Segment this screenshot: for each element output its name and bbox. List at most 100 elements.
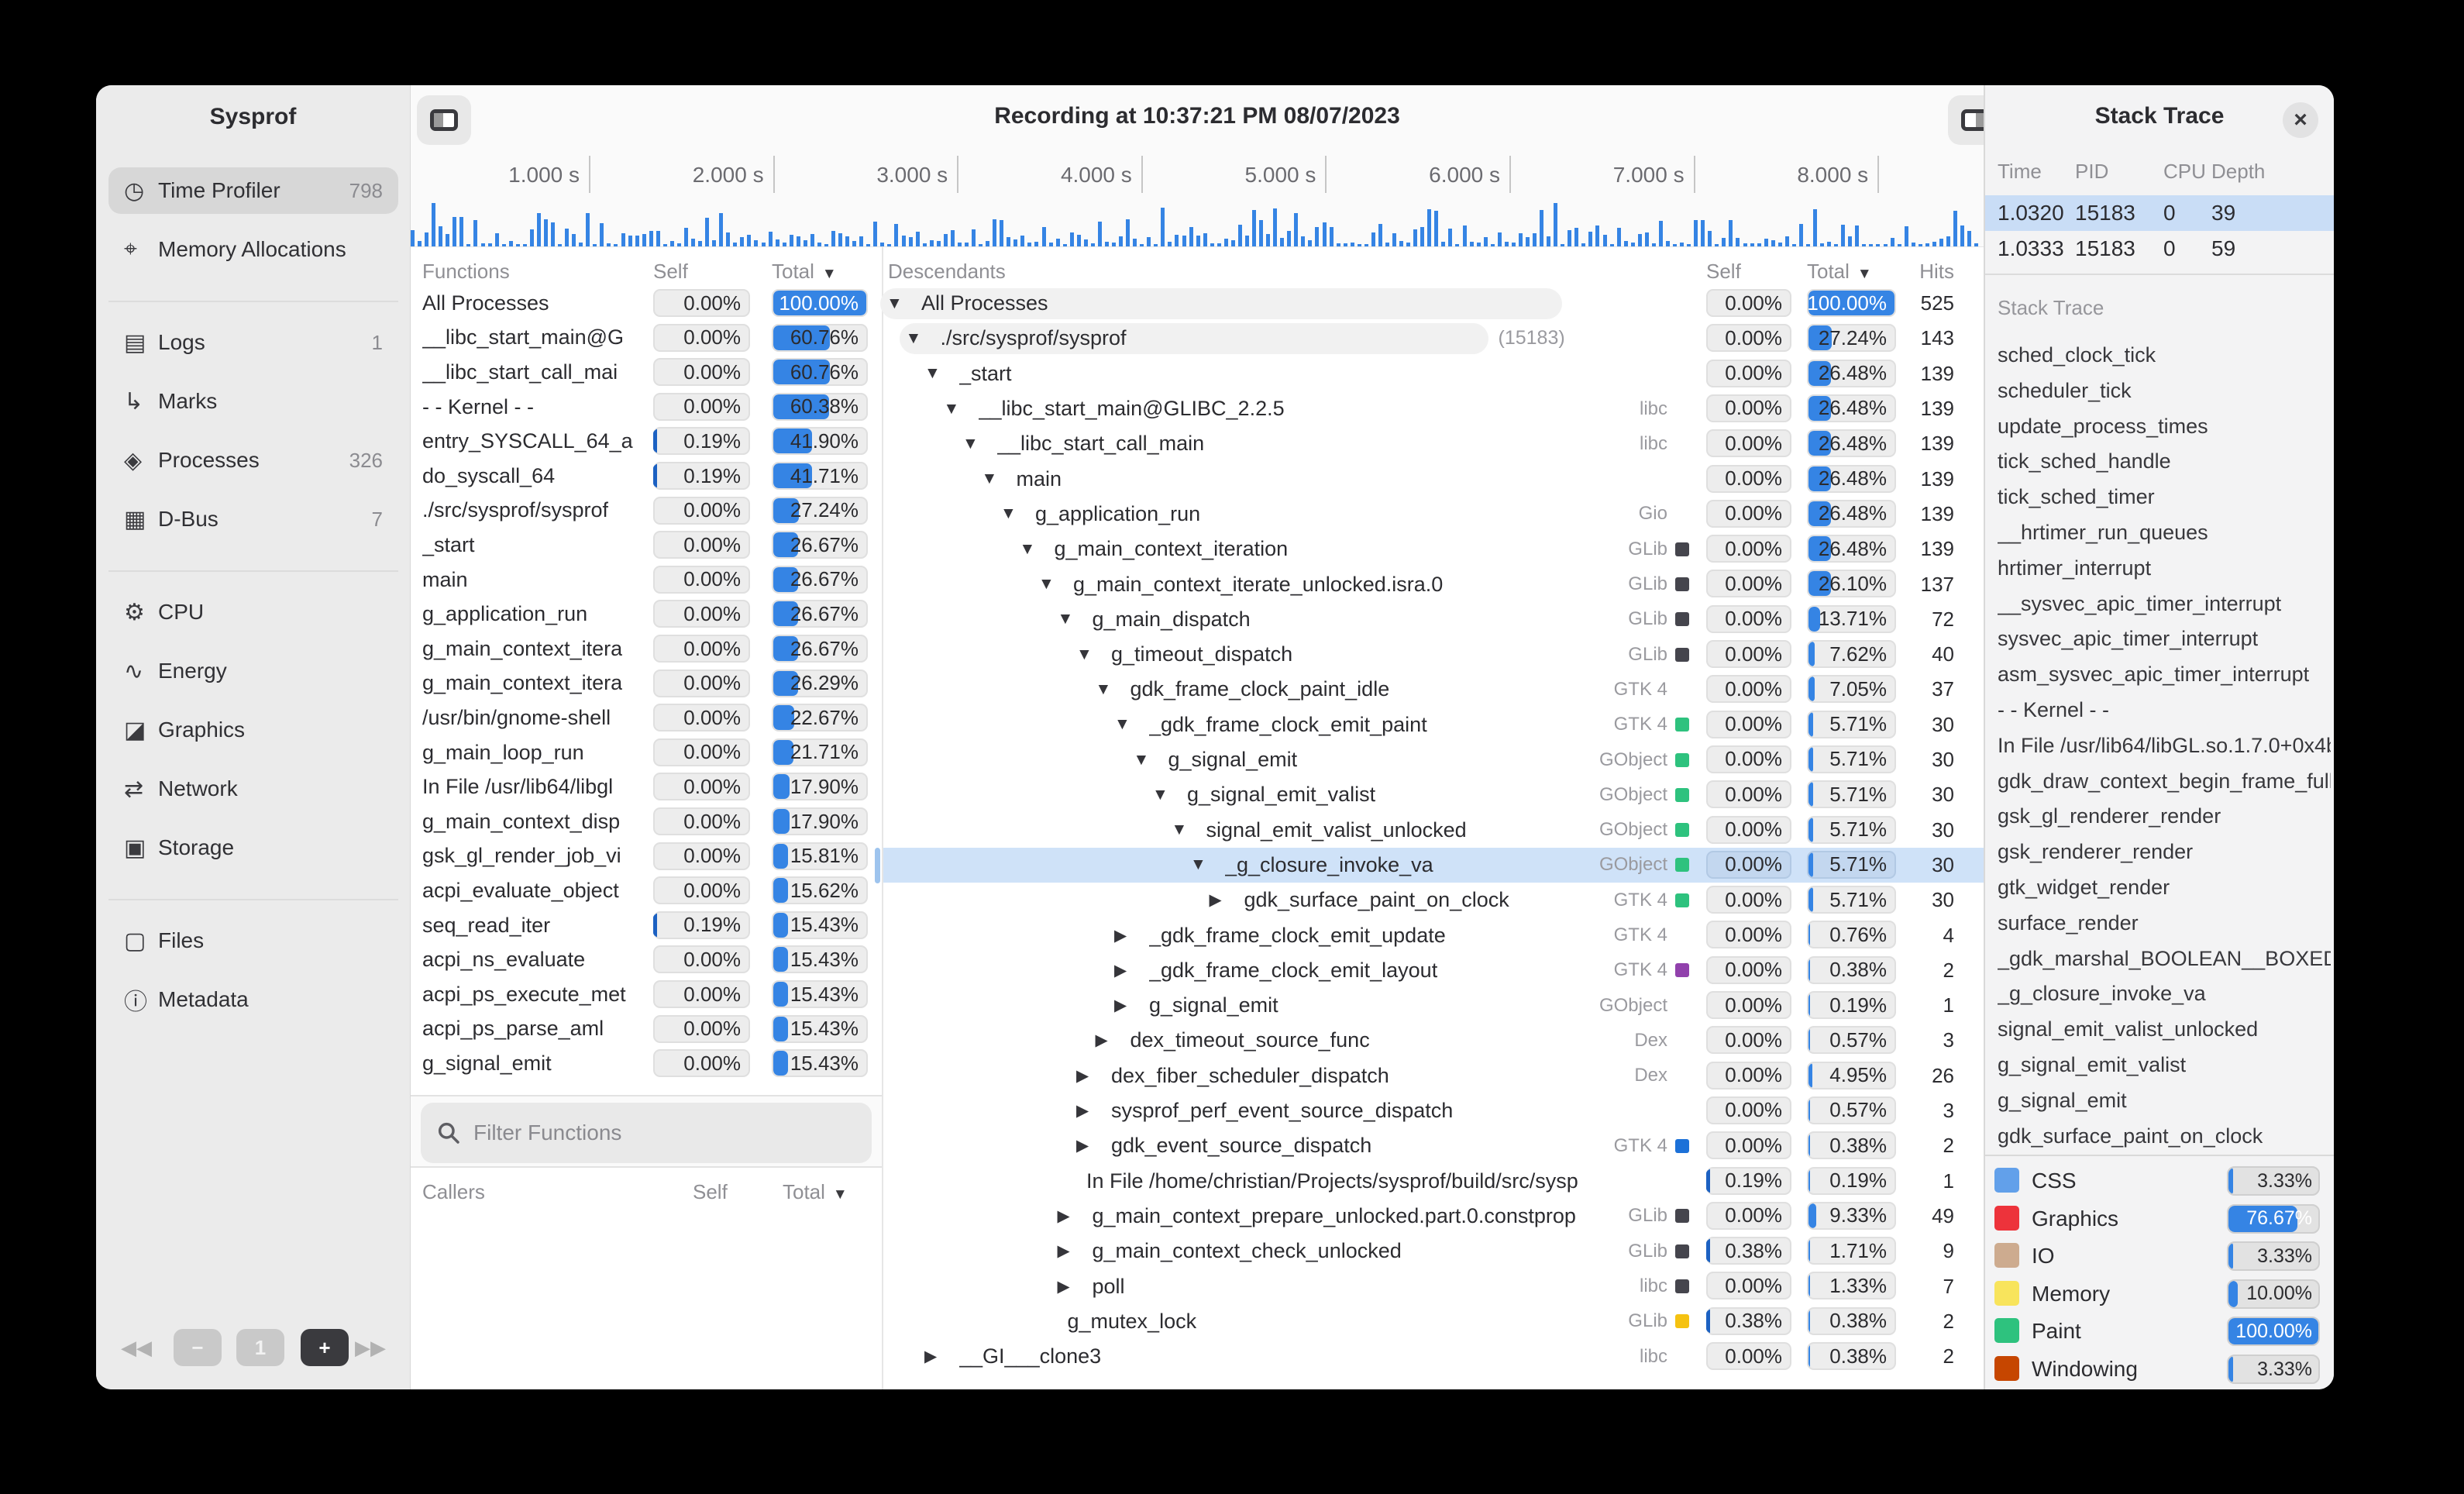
tree-expander-icon[interactable]: ▶ [1210, 883, 1222, 917]
descendant-row[interactable]: ▶ dex_timeout_source_func Dex 0.00% 0.57… [883, 1023, 1985, 1058]
descendant-row[interactable]: ▶ gdk_surface_paint_on_clock GTK 4 0.00%… [883, 883, 1985, 917]
skip-back-button[interactable]: ◀◀ [119, 1329, 153, 1366]
descendant-row[interactable]: ▼ g_signal_emit_valist GObject 0.00% 5.7… [883, 777, 1985, 812]
descendant-row[interactable]: ▼ _start 0.00% 26.48% 139 [883, 356, 1985, 391]
stack-frame[interactable]: g_signal_emit_valist [1998, 1048, 2331, 1083]
descendant-row[interactable]: ▼ g_timeout_dispatch GLib 0.00% 7.62% 40 [883, 637, 1985, 672]
stack-frame[interactable]: asm_sysvec_apic_timer_interrupt [1998, 657, 2331, 692]
tree-expander-icon[interactable]: ▼ [1134, 742, 1150, 777]
function-row[interactable]: entry_SYSCALL_64_a 0.19% 41.90% [411, 424, 882, 459]
stack-frame[interactable]: gtk_widget_render [1998, 870, 2331, 905]
tree-expander-icon[interactable]: ▼ [1190, 848, 1206, 883]
descendant-row[interactable]: g_mutex_lock GLib 0.38% 0.38% 2 [883, 1304, 1985, 1339]
stack-frame[interactable]: - - Kernel - - [1998, 693, 2331, 728]
tree-expander-icon[interactable]: ▼ [1114, 707, 1130, 742]
descendant-row[interactable]: ▶ g_signal_emit GObject 0.00% 0.19% 1 [883, 988, 1985, 1023]
descendant-row[interactable]: ▼ _gdk_frame_clock_emit_paint GTK 4 0.00… [883, 707, 1985, 742]
callers-column-header[interactable]: Callers [422, 1180, 485, 1204]
sidebar-item-logs[interactable]: ▤ Logs 1 [108, 319, 398, 366]
stack-frame[interactable]: tick_sched_timer [1998, 480, 2331, 515]
stack-frame[interactable]: sched_clock_tick [1998, 338, 2331, 373]
stack-frame[interactable]: sysvec_apic_timer_interrupt [1998, 621, 2331, 656]
function-row[interactable]: g_signal_emit 0.00% 15.43% [411, 1046, 882, 1081]
zoom-level-button[interactable]: 1 [236, 1329, 284, 1366]
tree-expander-icon[interactable]: ▶ [1096, 1023, 1108, 1058]
function-row[interactable]: acpi_ps_execute_met 0.00% 15.43% [411, 977, 882, 1012]
tree-expander-icon[interactable]: ▶ [924, 1339, 937, 1374]
tree-expander-icon[interactable]: ▼ [924, 356, 941, 391]
sidebar-item-d-bus[interactable]: ▦ D-Bus 7 [108, 496, 398, 542]
stack-sample-row[interactable]: 1.0320 15183 0 39 [1985, 195, 2334, 231]
tree-expander-icon[interactable]: ▼ [886, 286, 903, 321]
sidebar-item-marks[interactable]: ↳ Marks [108, 378, 398, 425]
tree-expander-icon[interactable]: ▼ [982, 462, 998, 497]
stack-frame[interactable]: surface_render [1998, 906, 2331, 941]
legend-row-css[interactable]: CSS 3.33% [1985, 1162, 2334, 1200]
tree-expander-icon[interactable]: ▶ [1114, 917, 1127, 952]
stack-frame[interactable]: g_signal_emit [1998, 1083, 2331, 1118]
descendants-column-header[interactable]: Descendants [888, 260, 1006, 284]
function-row[interactable]: In File /usr/lib64/libgl 0.00% 17.90% [411, 769, 882, 804]
sidebar-item-energy[interactable]: ∿ Energy [108, 648, 398, 694]
descendant-row[interactable]: ▶ sysprof_perf_event_source_dispatch 0.0… [883, 1093, 1985, 1128]
descendant-row[interactable]: ▶ dex_fiber_scheduler_dispatch Dex 0.00%… [883, 1059, 1985, 1093]
tree-expander-icon[interactable]: ▼ [1152, 777, 1168, 812]
function-row[interactable]: acpi_ps_parse_aml 0.00% 15.43% [411, 1012, 882, 1047]
descendant-row[interactable]: ▶ gdk_event_source_dispatch GTK 4 0.00% … [883, 1128, 1985, 1163]
tree-expander-icon[interactable]: ▼ [1020, 532, 1036, 566]
descendant-row[interactable]: ▼ g_signal_emit GObject 0.00% 5.71% 30 [883, 742, 1985, 777]
stack-frame[interactable]: gdk_draw_context_begin_frame_full [1998, 764, 2331, 799]
descendant-row[interactable]: ▼ signal_emit_valist_unlocked GObject 0.… [883, 813, 1985, 848]
descendant-row[interactable]: ▼ All Processes 0.00% 100.00% 525 [883, 286, 1985, 321]
descendants-total-header[interactable]: Total▼ [1807, 260, 1872, 284]
function-row[interactable]: seq_read_iter 0.19% 15.43% [411, 908, 882, 943]
descendant-row[interactable]: ▶ g_main_context_check_unlocked GLib 0.3… [883, 1234, 1985, 1269]
filter-functions-input[interactable]: Filter Functions [421, 1103, 872, 1163]
function-row[interactable]: ./src/sysprof/sysprof 0.00% 27.24% [411, 494, 882, 528]
descendant-row[interactable]: ▼ ./src/sysprof/sysprof (15183) 0.00% 27… [883, 321, 1985, 356]
tree-expander-icon[interactable]: ▶ [1058, 1199, 1070, 1234]
function-row[interactable]: __libc_start_call_mai 0.00% 60.76% [411, 355, 882, 390]
tree-expander-icon[interactable]: ▼ [944, 391, 960, 426]
tree-expander-icon[interactable]: ▶ [1114, 953, 1127, 988]
sidebar-item-storage[interactable]: ▣ Storage [108, 824, 398, 871]
descendant-row[interactable]: ▼ _g_closure_invoke_va GObject 0.00% 5.7… [883, 848, 1985, 883]
sidebar-item-network[interactable]: ⇄ Network [108, 766, 398, 812]
stack-frame[interactable]: _gdk_marshal_BOOLEAN__BOXEDv [1998, 941, 2331, 976]
legend-row-paint[interactable]: Paint 100.00% [1985, 1313, 2334, 1350]
function-row[interactable]: acpi_ns_evaluate 0.00% 15.43% [411, 942, 882, 977]
function-row[interactable]: g_application_run 0.00% 26.67% [411, 597, 882, 632]
tree-expander-icon[interactable]: ▼ [1076, 637, 1093, 672]
sidebar-item-time-profiler[interactable]: ◷ Time Profiler 798 [108, 167, 398, 214]
descendant-row[interactable]: ▼ g_main_dispatch GLib 0.00% 13.71% 72 [883, 602, 1985, 637]
tree-expander-icon[interactable]: ▼ [962, 426, 979, 461]
stack-frame[interactable]: _g_closure_invoke_va [1998, 976, 2331, 1011]
function-row[interactable]: g_main_context_itera 0.00% 26.67% [411, 632, 882, 666]
stack-frame[interactable]: signal_emit_valist_unlocked [1998, 1012, 2331, 1047]
cpu-activity-graph[interactable] [411, 198, 1984, 246]
tree-expander-icon[interactable]: ▼ [1058, 602, 1074, 637]
stack-frame[interactable]: update_process_times [1998, 409, 2331, 444]
legend-row-io[interactable]: IO 3.33% [1985, 1238, 2334, 1275]
stack-frame[interactable]: gdk_surface_paint_on_clock [1998, 1119, 2331, 1154]
tree-expander-icon[interactable]: ▶ [1058, 1269, 1070, 1303]
function-row[interactable]: g_main_context_itera 0.00% 26.29% [411, 666, 882, 701]
descendant-row[interactable]: ▼ gdk_frame_clock_paint_idle GTK 4 0.00%… [883, 672, 1985, 707]
functions-total-header[interactable]: Total▼ [772, 260, 837, 284]
zoom-out-button[interactable]: − [174, 1329, 222, 1366]
function-row[interactable]: main 0.00% 26.67% [411, 563, 882, 597]
skip-forward-button[interactable]: ▶▶ [353, 1329, 387, 1366]
tree-expander-icon[interactable]: ▼ [1172, 813, 1188, 848]
tree-expander-icon[interactable]: ▶ [1058, 1234, 1070, 1269]
function-row[interactable]: _start 0.00% 26.67% [411, 528, 882, 563]
descendant-row[interactable]: ▶ g_main_context_prepare_unlocked.part.0… [883, 1199, 1985, 1234]
function-row[interactable]: g_main_loop_run 0.00% 21.71% [411, 735, 882, 770]
sidebar-item-memory-allocations[interactable]: ⌖ Memory Allocations [108, 226, 398, 273]
zoom-in-button[interactable]: + [301, 1329, 349, 1366]
tree-expander-icon[interactable]: ▼ [1038, 566, 1055, 601]
stack-frame[interactable]: __hrtimer_run_queues [1998, 515, 2331, 550]
descendant-row[interactable]: ▼ g_main_context_iterate_unlocked.isra.0… [883, 566, 1985, 601]
descendants-hits-header[interactable]: Hits [1883, 260, 1954, 284]
stack-frame[interactable]: In File /usr/lib64/libGL.so.1.7.0+0x4b [1998, 728, 2331, 763]
function-row[interactable]: do_syscall_64 0.19% 41.71% [411, 459, 882, 494]
